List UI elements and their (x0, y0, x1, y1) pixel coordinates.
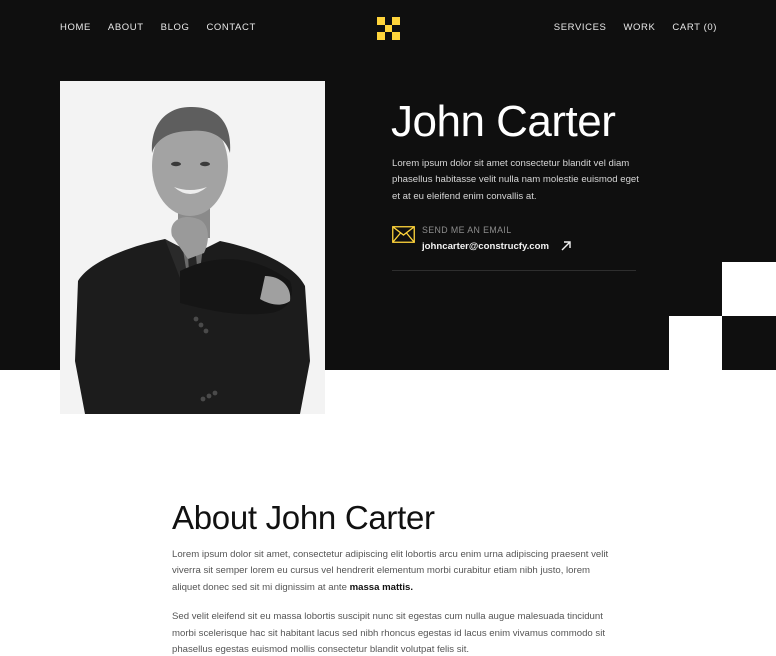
arrow-up-right-icon[interactable] (560, 240, 572, 252)
nav-blog[interactable]: BLOG (161, 22, 190, 34)
about-title: About John Carter (172, 499, 435, 536)
decorative-square (669, 316, 722, 370)
nav-about[interactable]: ABOUT (108, 22, 144, 34)
about-paragraph-1-bold: massa mattis. (349, 581, 414, 593)
nav-home[interactable]: HOME (60, 22, 91, 34)
email-block: SEND ME AN EMAIL johncarter@construcfy.c… (392, 224, 636, 271)
about-paragraph-2: Sed velit eleifend sit eu massa lobortis… (172, 611, 605, 656)
about-paragraph-1: Lorem ipsum dolor sit amet, consectetur … (172, 547, 612, 596)
nav-left: HOME ABOUT BLOG CONTACT (60, 22, 256, 34)
portrait-image (60, 81, 325, 414)
email-link[interactable]: johncarter@construcfy.com (422, 241, 549, 252)
logo-icon[interactable] (377, 17, 400, 40)
email-label: SEND ME AN EMAIL (422, 225, 512, 235)
nav-work[interactable]: WORK (623, 22, 655, 34)
nav-services[interactable]: SERVICES (554, 22, 607, 34)
nav-right: SERVICES WORK CART (0) (554, 22, 717, 34)
hero-description: Lorem ipsum dolor sit amet consectetur b… (392, 158, 639, 202)
decorative-square (722, 262, 776, 316)
nav-contact[interactable]: CONTACT (206, 22, 255, 34)
nav-cart[interactable]: CART (0) (672, 22, 717, 34)
envelope-icon (392, 226, 415, 243)
about-section: About John Carter Lorem ipsum dolor sit … (172, 498, 612, 656)
profile-photo (60, 81, 325, 414)
hero-title: John Carter (391, 97, 616, 146)
